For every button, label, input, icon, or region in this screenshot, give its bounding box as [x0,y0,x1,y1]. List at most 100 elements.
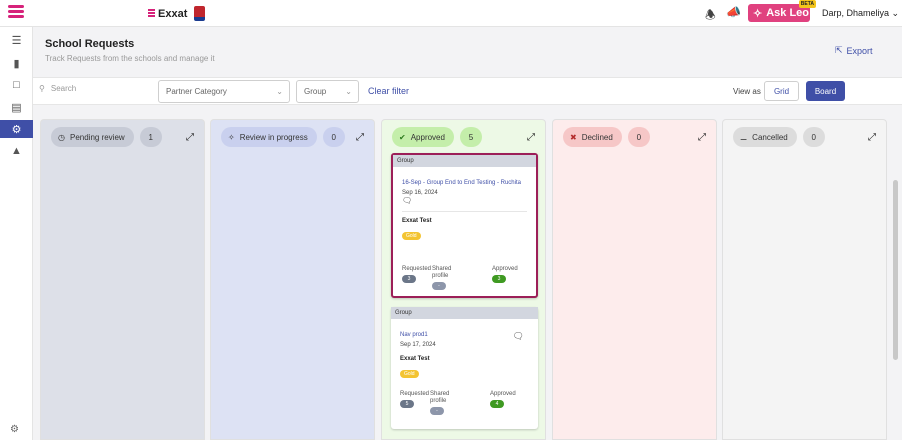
column-title: Pending review [69,132,125,142]
tier-badge: Gold [400,370,419,378]
export-button[interactable]: ⇱ Export [835,45,873,56]
card-stats: Requested 5 Shared profile - Approved 4 [400,391,520,415]
chevron-down-icon: ⌄ [276,87,283,96]
expand-icon[interactable]: ⤢ [186,132,194,143]
school-requests-icon[interactable]: ⚙ [0,120,33,138]
card-group-label: Group [391,307,538,319]
card-stats: Requested 3 Shared profile - Approved 3 [402,266,522,290]
partner-category-label: Partner Category [166,87,227,96]
column-approved: ✔ Approved 5 ⤢ Group 16-Sep - Group End … [381,119,546,440]
request-card[interactable]: Group 16-Sep - Group End to End Testing … [391,153,538,298]
filter-bar: ⚲ Search Partner Category ⌄ Group ⌄ Clea… [33,77,902,105]
search-placeholder: Search [50,84,77,93]
column-count: 0 [627,127,650,147]
requested-count: 3 [402,275,416,283]
column-title: Approved [410,132,445,142]
ask-leo-button[interactable]: ✧ Ask Leo BETA [748,0,816,22]
column-title: Review in progress [239,132,308,142]
shared-stat: Shared profile - [430,391,490,415]
card-org: Exxat Test [400,356,430,362]
chat-icon[interactable]: 🗨 [513,331,524,342]
requested-stat: Requested 5 [400,391,430,415]
page-subtitle: Track Requests from the schools and mana… [45,54,215,63]
request-card[interactable]: Group Nav prod1 Sep 17, 2024 🗨 Exxat Tes… [391,307,538,429]
partner-category-select[interactable]: Partner Category ⌄ [158,80,290,103]
approved-stat: Approved 4 [490,391,520,415]
shared-stat: Shared profile - [432,266,492,290]
approved-stat: Approved 3 [492,266,522,290]
expand-icon[interactable]: ⤢ [356,132,364,143]
running-person-icon: ✧ [228,132,235,142]
tier-badge: Gold [402,232,421,240]
status-pill: ◷ Pending review [51,127,134,147]
scrollbar[interactable] [893,180,898,360]
analytics-icon[interactable]: ▮ [0,54,33,72]
approved-label: Approved [492,266,518,272]
chat-icon[interactable]: 🗨 [393,196,536,205]
requested-stat: Requested 3 [402,266,432,290]
shared-label: Shared profile [430,391,450,404]
column-title: Cancelled [752,132,788,142]
grid-view-button[interactable]: Grid [764,81,799,101]
status-pill: ✖ Declined [563,127,622,147]
expand-icon[interactable]: ⤢ [527,132,535,143]
shared-label: Shared profile [432,266,452,279]
expand-icon[interactable]: ⤢ [698,132,706,143]
page-header: School Requests Track Requests from the … [33,27,902,77]
add-document-icon[interactable]: □ [0,76,33,94]
chevron-down-icon: ⌄ [891,8,900,18]
requested-label: Requested [400,391,430,397]
chevron-down-icon: ⌄ [345,87,352,96]
check-circle-icon: ✔ [399,132,406,142]
approved-count: 3 [492,275,506,283]
group-select[interactable]: Group ⌄ [296,80,359,103]
card-group-label: Group [393,155,536,167]
document-icon[interactable]: ▤ [0,98,33,116]
shared-count: - [430,407,444,415]
leo-icon: ✧ [753,7,763,20]
top-bar: Exxat 🕭 📣 ✧ Ask Leo BETA Darp, Dhameliya… [0,0,902,27]
board-view-button[interactable]: Board [806,81,845,101]
graduation-cap-icon[interactable]: ▲ [0,142,33,160]
hamburger-menu-icon[interactable]: ☰ [0,31,33,49]
status-pill: ✧ Review in progress [221,127,317,147]
expand-icon[interactable]: ⤢ [868,132,876,143]
requested-count: 5 [400,400,414,408]
sidebar: ☰ ▮ □ ▤ ⚙ ▲ [0,27,33,440]
megaphone-icon[interactable]: 📣 [726,5,741,19]
export-label: Export [846,45,873,56]
column-pending-review: ◷ Pending review 1 ⤢ [40,119,205,440]
user-name: Darp, Dhameliya [822,8,890,18]
search-icon: ⚲ [39,84,45,93]
shared-count: - [432,282,446,290]
page-title: School Requests [45,38,135,50]
clock-icon: ◷ [58,132,65,142]
column-declined: ✖ Declined 0 ⤢ [552,119,717,440]
brand-name: Exxat [158,7,188,20]
view-as-label: View as [733,87,761,96]
card-org: Exxat Test [402,218,432,224]
bell-icon[interactable]: 🕭 [705,6,716,27]
status-pill: ✔ Approved [392,127,454,147]
beta-badge: BETA [798,0,816,8]
column-count: 1 [139,127,162,147]
app-menu-logo-icon[interactable] [8,5,24,22]
column-title: Declined [581,132,613,142]
x-circle-icon: ✖ [570,132,577,142]
approved-count: 4 [490,400,504,408]
minus-circle-icon: ⚊ [740,132,748,142]
exxat-logo-icon [148,9,155,18]
ask-leo-label: Ask Leo [766,7,810,19]
column-count: 0 [802,127,825,147]
column-review-in-progress: ✧ Review in progress 0 ⤢ [210,119,375,440]
card-title-link[interactable]: 16-Sep - Group End to End Testing - Ruch… [393,179,536,187]
clear-filter-link[interactable]: Clear filter [368,86,409,96]
user-menu[interactable]: Darp, Dhameliya ⌄ [822,8,899,19]
column-count: 5 [459,127,482,147]
column-cancelled: ⚊ Cancelled 0 ⤢ [722,119,887,440]
search-input[interactable]: ⚲ Search [39,84,76,93]
settings-gear-icon[interactable]: ⚙ [10,424,19,435]
brand-logo: Exxat [148,6,206,21]
school-badge-icon [194,6,206,21]
export-icon: ⇱ [835,45,843,55]
